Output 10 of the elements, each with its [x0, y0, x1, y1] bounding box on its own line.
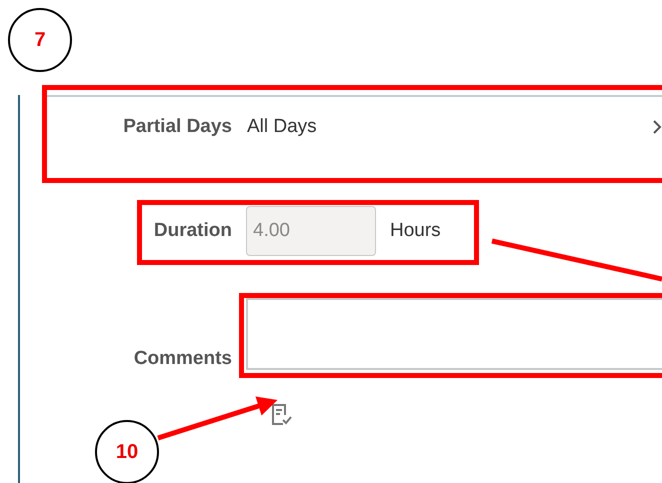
chevron-right-icon[interactable] [652, 118, 662, 134]
callout-number: 7 [8, 8, 72, 72]
callout-number: 10 [95, 420, 159, 483]
document-check-icon[interactable] [270, 402, 292, 426]
comments-field[interactable] [246, 298, 662, 370]
field-label: Partial Days [122, 116, 232, 138]
field-value: All Days [247, 116, 318, 138]
unit-label: Hours [390, 220, 442, 242]
field-label: Duration [152, 220, 232, 242]
field-label: Comments [132, 348, 232, 370]
